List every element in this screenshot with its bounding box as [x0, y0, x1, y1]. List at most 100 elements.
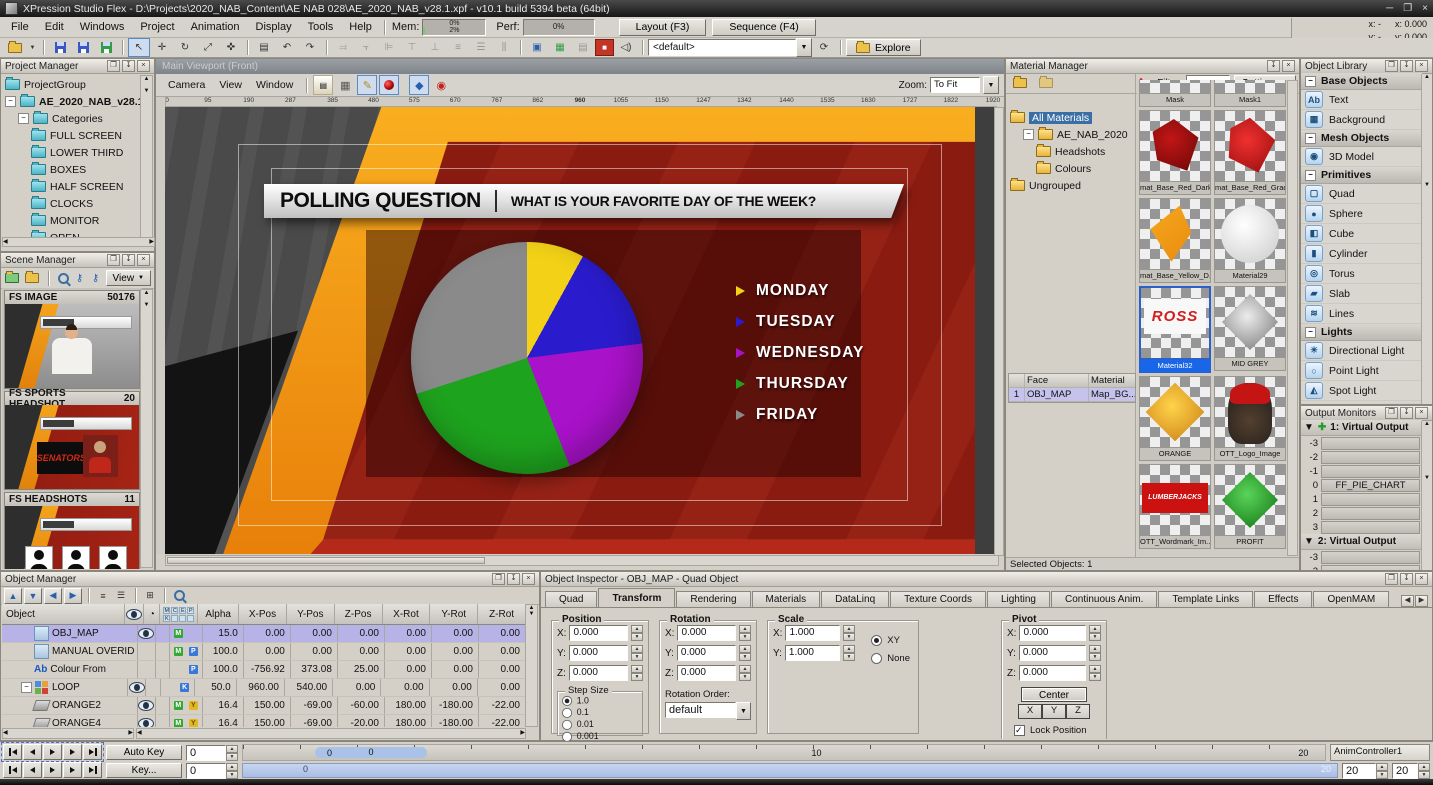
refresh-button[interactable]: ⟳	[813, 38, 835, 57]
category-monitor[interactable]: MONITOR	[3, 212, 154, 229]
object-row-manual-overid[interactable]: MANUAL OVERIDMP100.00.000.000.000.000.00…	[2, 643, 526, 661]
tree-expander-icon[interactable]: −	[1023, 129, 1034, 140]
viewport-canvas[interactable]: POLLING QUESTION WHAT IS YOUR FAVORITE D…	[165, 107, 997, 554]
float-button[interactable]: ❐	[1385, 407, 1398, 419]
pivot-axis-z-button[interactable]: Z	[1066, 704, 1090, 719]
material-mat-base-red-grad[interactable]: mat_Base_Red_Grad	[1214, 110, 1286, 195]
snapshot-icon[interactable]: ▤	[313, 75, 333, 95]
anim-controller-box[interactable]: AnimController1	[1330, 744, 1430, 761]
collapse-all-button[interactable]: ☰	[113, 589, 129, 603]
move-out-button[interactable]: ◀	[44, 588, 62, 604]
save-all-button[interactable]	[95, 38, 117, 57]
save-button[interactable]	[49, 38, 71, 57]
tab-openmam[interactable]: OpenMAM	[1313, 591, 1389, 607]
audio-button[interactable]: ◁)	[615, 38, 637, 57]
visibility-cell[interactable]	[138, 697, 156, 714]
lock-cell[interactable]	[156, 643, 170, 660]
record-button[interactable]: ■	[595, 39, 614, 56]
scene-manager-vscrollbar[interactable]: ▲▼	[140, 289, 153, 568]
scene-card[interactable]: FS IMAGE50176	[4, 290, 140, 389]
tree-item[interactable]: Colours	[1008, 160, 1134, 177]
collapse-icon[interactable]: −	[1305, 76, 1316, 87]
sequence-button[interactable]: Sequence (F4)	[712, 19, 815, 36]
tree-item[interactable]: −Categories	[3, 110, 154, 127]
align-middle-button[interactable]: ⊥	[424, 38, 446, 57]
float-button[interactable]: ❐	[1385, 573, 1398, 585]
key-button[interactable]: Key...	[106, 763, 182, 778]
close-icon[interactable]: ×	[137, 60, 150, 72]
undo-button[interactable]: ↶	[276, 38, 298, 57]
tree-item[interactable]: Headshots	[1008, 143, 1134, 160]
menu-tools[interactable]: Tools	[300, 18, 342, 36]
object-library-scrollbar[interactable]: ▲▼	[1421, 74, 1432, 404]
material-ott-wordmark-im-[interactable]: LUMBERJACKSOTT_Wordmark_Im...	[1139, 464, 1211, 549]
redo-button[interactable]: ↷	[299, 38, 321, 57]
library-section-mesh-objects[interactable]: −Mesh Objects	[1301, 130, 1422, 147]
visibility-cell[interactable]	[138, 643, 156, 660]
pivot-x-field[interactable]: 0.000	[1019, 625, 1086, 641]
rotation-order-dropdown[interactable]: default ▼	[665, 702, 751, 720]
library-section-base-objects[interactable]: −Base Objects	[1301, 73, 1422, 90]
collapse-icon[interactable]: −	[1305, 133, 1316, 144]
material-orange[interactable]: ORANGE	[1139, 376, 1211, 461]
chevron-down-icon[interactable]: ▼	[736, 702, 751, 720]
play-button[interactable]	[43, 762, 62, 778]
pivot-z-field[interactable]: 0.000	[1019, 665, 1086, 681]
menu-help[interactable]: Help	[341, 18, 380, 36]
library-item-slab[interactable]: ▰Slab	[1301, 284, 1422, 304]
pivot-y-stepper[interactable]: ▲▼	[1089, 645, 1101, 661]
library-item-spot-light[interactable]: ◭Spot Light	[1301, 381, 1422, 401]
menu-display[interactable]: Display	[248, 18, 300, 36]
distribute-h-button[interactable]: ≡	[447, 38, 469, 57]
step-forward-button[interactable]	[63, 744, 82, 760]
visibility-cell[interactable]	[138, 625, 156, 642]
tree-item[interactable]: −AE_NAB_2020	[1008, 126, 1134, 143]
step-back-button[interactable]	[23, 744, 42, 760]
restore-button[interactable]: ❐	[1403, 3, 1412, 14]
float-button[interactable]: ❐	[1385, 60, 1398, 72]
output-layer-row[interactable]: -1	[1301, 464, 1422, 478]
layout-button[interactable]: Layout (F3)	[619, 19, 707, 36]
end-frame-spinner-2[interactable]: 20 ▲▼	[1392, 763, 1430, 778]
output-layer-row[interactable]: -3	[1301, 436, 1422, 450]
material-material32[interactable]: ROSSMaterial32	[1139, 286, 1211, 373]
collapse-icon[interactable]: −	[1305, 404, 1316, 405]
output-layer-row[interactable]: -2	[1301, 564, 1422, 570]
step-size-option-0-1[interactable]: 0.1	[562, 707, 632, 719]
close-icon[interactable]: ×	[522, 573, 535, 585]
viewport-hscrollbar[interactable]	[165, 555, 999, 566]
play-button[interactable]	[43, 744, 62, 760]
import-scene-button[interactable]	[4, 269, 20, 288]
filter-objects-button[interactable]: ⊞	[142, 589, 158, 603]
rotation-y-stepper[interactable]: ▲▼	[739, 645, 751, 661]
viewport-menu-window[interactable]: Window	[249, 77, 300, 93]
viewport-vscrollbar[interactable]	[994, 107, 1004, 556]
draw-mode-icon[interactable]: ✎	[357, 75, 377, 95]
viewport-menu-view[interactable]: View	[212, 77, 249, 93]
material-ott-logo-image[interactable]: OTT_Logo_Image	[1214, 376, 1286, 461]
collapse-icon[interactable]: −	[1305, 170, 1316, 181]
material-profit[interactable]: PROFIT	[1214, 464, 1286, 549]
step-back-button[interactable]	[23, 762, 42, 778]
library-section-cameras[interactable]: −Cameras	[1301, 401, 1422, 404]
menu-animation[interactable]: Animation	[183, 18, 248, 36]
lock-cell[interactable]	[146, 679, 160, 696]
group-button[interactable]: ▤	[253, 38, 275, 57]
navigate-icon[interactable]: ◆	[409, 75, 429, 95]
library-item-directional-light[interactable]: ☀Directional Light	[1301, 341, 1422, 361]
scale-tool-button[interactable]: ⤢	[197, 38, 219, 57]
library-item-text[interactable]: AbText	[1301, 90, 1422, 110]
tree-item[interactable]: −AE_2020_NAB_v28.1	[3, 93, 154, 110]
timeline-range-bar[interactable]: 0 20	[242, 763, 1338, 778]
save-as-button[interactable]	[72, 38, 94, 57]
rotation-x-field[interactable]: 0.000	[677, 625, 736, 641]
tab-transform[interactable]: Transform	[598, 588, 675, 607]
tab-datalinq[interactable]: DataLinq	[821, 591, 889, 607]
material-mask1[interactable]: Mask1	[1214, 80, 1286, 107]
pivot-z-stepper[interactable]: ▲▼	[1089, 665, 1101, 681]
pivot-y-field[interactable]: 0.000	[1019, 645, 1086, 661]
output-monitors-scrollbar[interactable]: ▲▼	[1421, 421, 1432, 570]
step-size-option-0-01[interactable]: 0.01	[562, 719, 632, 731]
move-up-button[interactable]: ▲	[4, 588, 22, 604]
position-x-stepper[interactable]: ▲▼	[631, 625, 643, 641]
